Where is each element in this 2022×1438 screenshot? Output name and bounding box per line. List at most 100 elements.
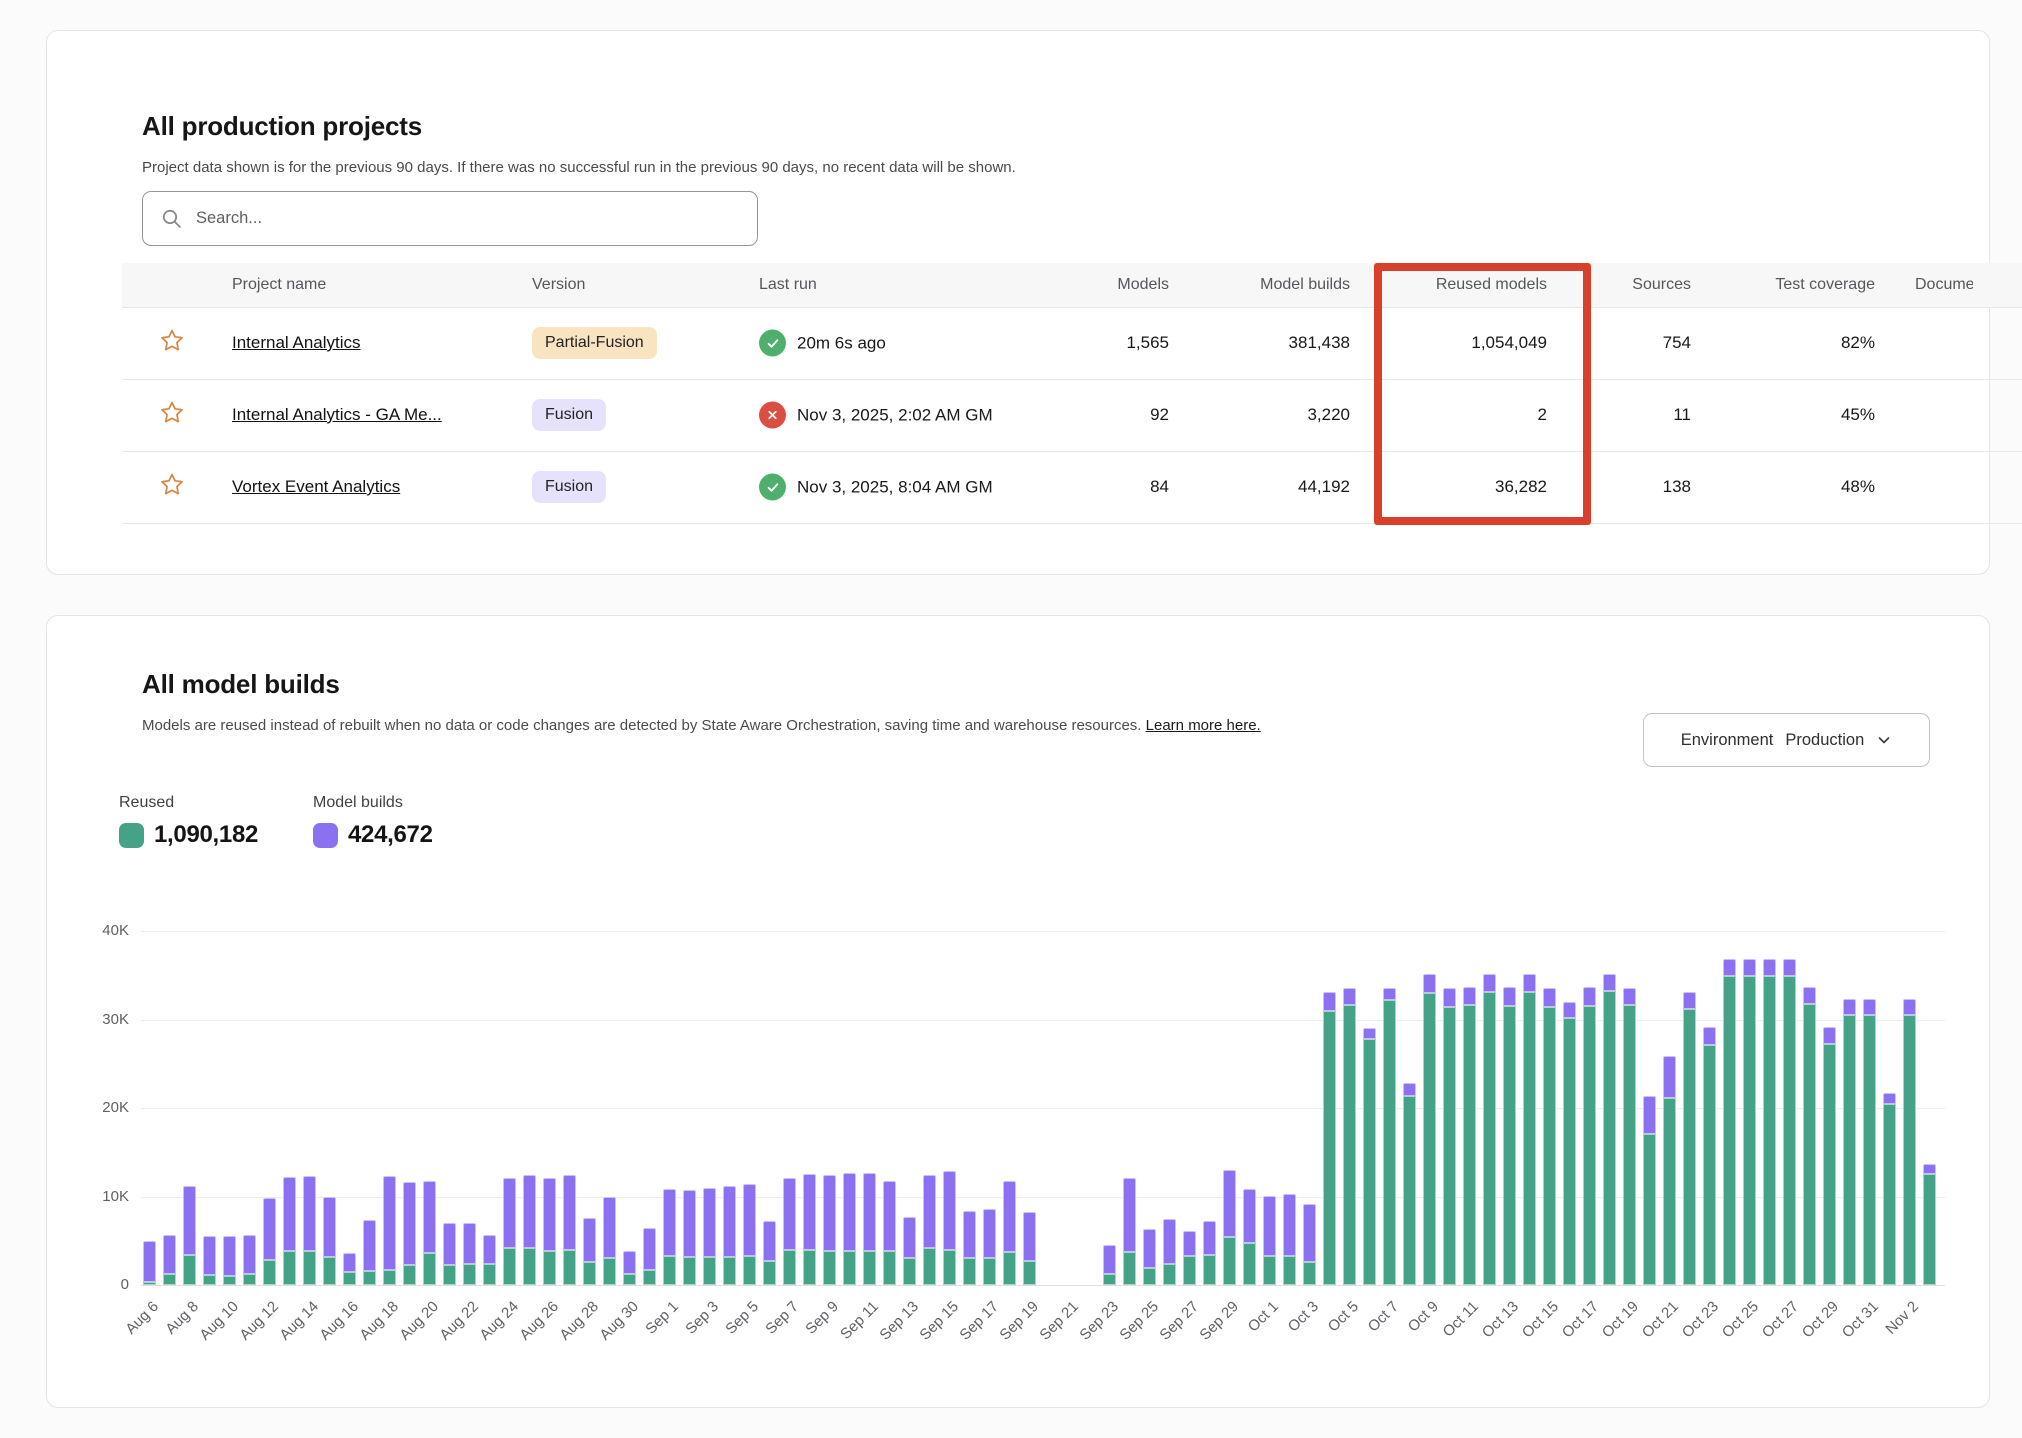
bar-segment-reused[interactable]: [1603, 991, 1616, 1285]
bar-segment-reused[interactable]: [643, 1270, 656, 1285]
bar-segment-model-builds[interactable]: [643, 1228, 656, 1270]
bar-segment-model-builds[interactable]: [883, 1181, 896, 1251]
bar-segment-reused[interactable]: [1423, 993, 1436, 1285]
bar-segment-reused[interactable]: [1363, 1039, 1376, 1285]
bar-segment-reused[interactable]: [863, 1251, 876, 1285]
bar-segment-reused[interactable]: [883, 1251, 896, 1285]
bar-segment-reused[interactable]: [1863, 1015, 1876, 1285]
bar-segment-model-builds[interactable]: [1383, 988, 1396, 1000]
bar-segment-model-builds[interactable]: [423, 1181, 436, 1253]
bar-segment-model-builds[interactable]: [1723, 959, 1736, 977]
bar-segment-model-builds[interactable]: [1143, 1229, 1156, 1268]
bar-segment-model-builds[interactable]: [943, 1171, 956, 1250]
bar-segment-reused[interactable]: [1283, 1256, 1296, 1285]
bar-segment-reused[interactable]: [383, 1270, 396, 1285]
bar-segment-reused[interactable]: [1443, 1007, 1456, 1285]
bar-segment-reused[interactable]: [203, 1275, 216, 1285]
bar-segment-reused[interactable]: [1803, 1004, 1816, 1285]
bar-segment-model-builds[interactable]: [163, 1235, 176, 1274]
bar-segment-model-builds[interactable]: [1543, 988, 1556, 1007]
bar-segment-reused[interactable]: [1103, 1274, 1116, 1285]
bar-segment-reused[interactable]: [1023, 1261, 1036, 1285]
bar-segment-reused[interactable]: [1783, 976, 1796, 1285]
bar-segment-reused[interactable]: [1763, 976, 1776, 1285]
bar-segment-model-builds[interactable]: [1643, 1096, 1656, 1134]
bar-segment-reused[interactable]: [1703, 1045, 1716, 1285]
bar-segment-model-builds[interactable]: [1563, 1002, 1576, 1018]
bar-segment-model-builds[interactable]: [1583, 987, 1596, 1006]
bar-segment-model-builds[interactable]: [863, 1173, 876, 1251]
bar-segment-reused[interactable]: [1263, 1256, 1276, 1285]
bar-segment-reused[interactable]: [623, 1274, 636, 1285]
favorite-star-icon[interactable]: [159, 328, 185, 359]
bar-segment-reused[interactable]: [603, 1258, 616, 1285]
bar-segment-model-builds[interactable]: [1423, 974, 1436, 993]
bar-segment-model-builds[interactable]: [1603, 974, 1616, 991]
bar-segment-reused[interactable]: [1823, 1044, 1836, 1285]
bar-segment-model-builds[interactable]: [183, 1186, 196, 1255]
bar-segment-model-builds[interactable]: [323, 1197, 336, 1257]
bar-segment-reused[interactable]: [1483, 992, 1496, 1285]
bar-segment-model-builds[interactable]: [383, 1176, 396, 1270]
bar-segment-model-builds[interactable]: [783, 1178, 796, 1250]
bar-segment-model-builds[interactable]: [1463, 987, 1476, 1005]
bar-segment-model-builds[interactable]: [1763, 959, 1776, 977]
bar-segment-model-builds[interactable]: [523, 1175, 536, 1248]
bar-segment-reused[interactable]: [1143, 1268, 1156, 1285]
bar-segment-model-builds[interactable]: [1623, 988, 1636, 1005]
bar-segment-reused[interactable]: [1723, 976, 1736, 1285]
bar-segment-reused[interactable]: [1563, 1018, 1576, 1285]
bar-segment-reused[interactable]: [903, 1258, 916, 1285]
bar-segment-reused[interactable]: [1303, 1262, 1316, 1285]
bar-segment-reused[interactable]: [1323, 1011, 1336, 1285]
bar-segment-model-builds[interactable]: [723, 1186, 736, 1257]
bar-segment-model-builds[interactable]: [343, 1253, 356, 1272]
bar-segment-model-builds[interactable]: [1903, 999, 1916, 1015]
search-box[interactable]: [142, 191, 758, 246]
bar-segment-model-builds[interactable]: [1003, 1181, 1016, 1253]
bar-segment-reused[interactable]: [1843, 1015, 1856, 1285]
bar-segment-reused[interactable]: [423, 1253, 436, 1285]
bar-segment-reused[interactable]: [803, 1250, 816, 1285]
bar-segment-reused[interactable]: [703, 1257, 716, 1285]
bar-segment-model-builds[interactable]: [843, 1173, 856, 1251]
bar-segment-model-builds[interactable]: [1703, 1027, 1716, 1045]
bar-segment-reused[interactable]: [163, 1274, 176, 1285]
bar-segment-model-builds[interactable]: [1743, 959, 1756, 977]
bar-segment-reused[interactable]: [1383, 1000, 1396, 1285]
bar-segment-reused[interactable]: [143, 1282, 156, 1285]
bar-segment-model-builds[interactable]: [683, 1190, 696, 1257]
bar-segment-reused[interactable]: [723, 1257, 736, 1285]
bar-segment-reused[interactable]: [763, 1261, 776, 1285]
bar-segment-reused[interactable]: [503, 1248, 516, 1285]
bar-segment-model-builds[interactable]: [743, 1184, 756, 1256]
bar-segment-model-builds[interactable]: [763, 1221, 776, 1261]
bar-segment-reused[interactable]: [843, 1251, 856, 1285]
bar-segment-model-builds[interactable]: [303, 1176, 316, 1250]
bar-segment-reused[interactable]: [1923, 1174, 1936, 1285]
bar-segment-model-builds[interactable]: [623, 1251, 636, 1275]
bar-segment-model-builds[interactable]: [1343, 988, 1356, 1005]
bar-segment-model-builds[interactable]: [203, 1236, 216, 1275]
bar-segment-model-builds[interactable]: [923, 1175, 936, 1248]
bar-segment-model-builds[interactable]: [543, 1178, 556, 1250]
bar-segment-reused[interactable]: [1403, 1096, 1416, 1285]
bar-segment-reused[interactable]: [1643, 1134, 1656, 1285]
bar-segment-model-builds[interactable]: [663, 1189, 676, 1256]
bar-segment-reused[interactable]: [963, 1258, 976, 1285]
bar-segment-reused[interactable]: [1663, 1098, 1676, 1285]
bar-segment-reused[interactable]: [743, 1256, 756, 1285]
bar-segment-model-builds[interactable]: [983, 1209, 996, 1258]
bar-segment-model-builds[interactable]: [483, 1235, 496, 1263]
bar-segment-reused[interactable]: [923, 1248, 936, 1285]
bar-segment-reused[interactable]: [343, 1272, 356, 1285]
bar-segment-reused[interactable]: [483, 1264, 496, 1285]
bar-segment-model-builds[interactable]: [503, 1178, 516, 1248]
bar-segment-reused[interactable]: [1243, 1243, 1256, 1285]
bar-segment-model-builds[interactable]: [263, 1198, 276, 1260]
bar-segment-model-builds[interactable]: [1263, 1196, 1276, 1256]
bar-segment-model-builds[interactable]: [1923, 1164, 1936, 1174]
bar-segment-reused[interactable]: [1163, 1264, 1176, 1285]
bar-segment-reused[interactable]: [363, 1271, 376, 1285]
bar-segment-model-builds[interactable]: [143, 1241, 156, 1283]
